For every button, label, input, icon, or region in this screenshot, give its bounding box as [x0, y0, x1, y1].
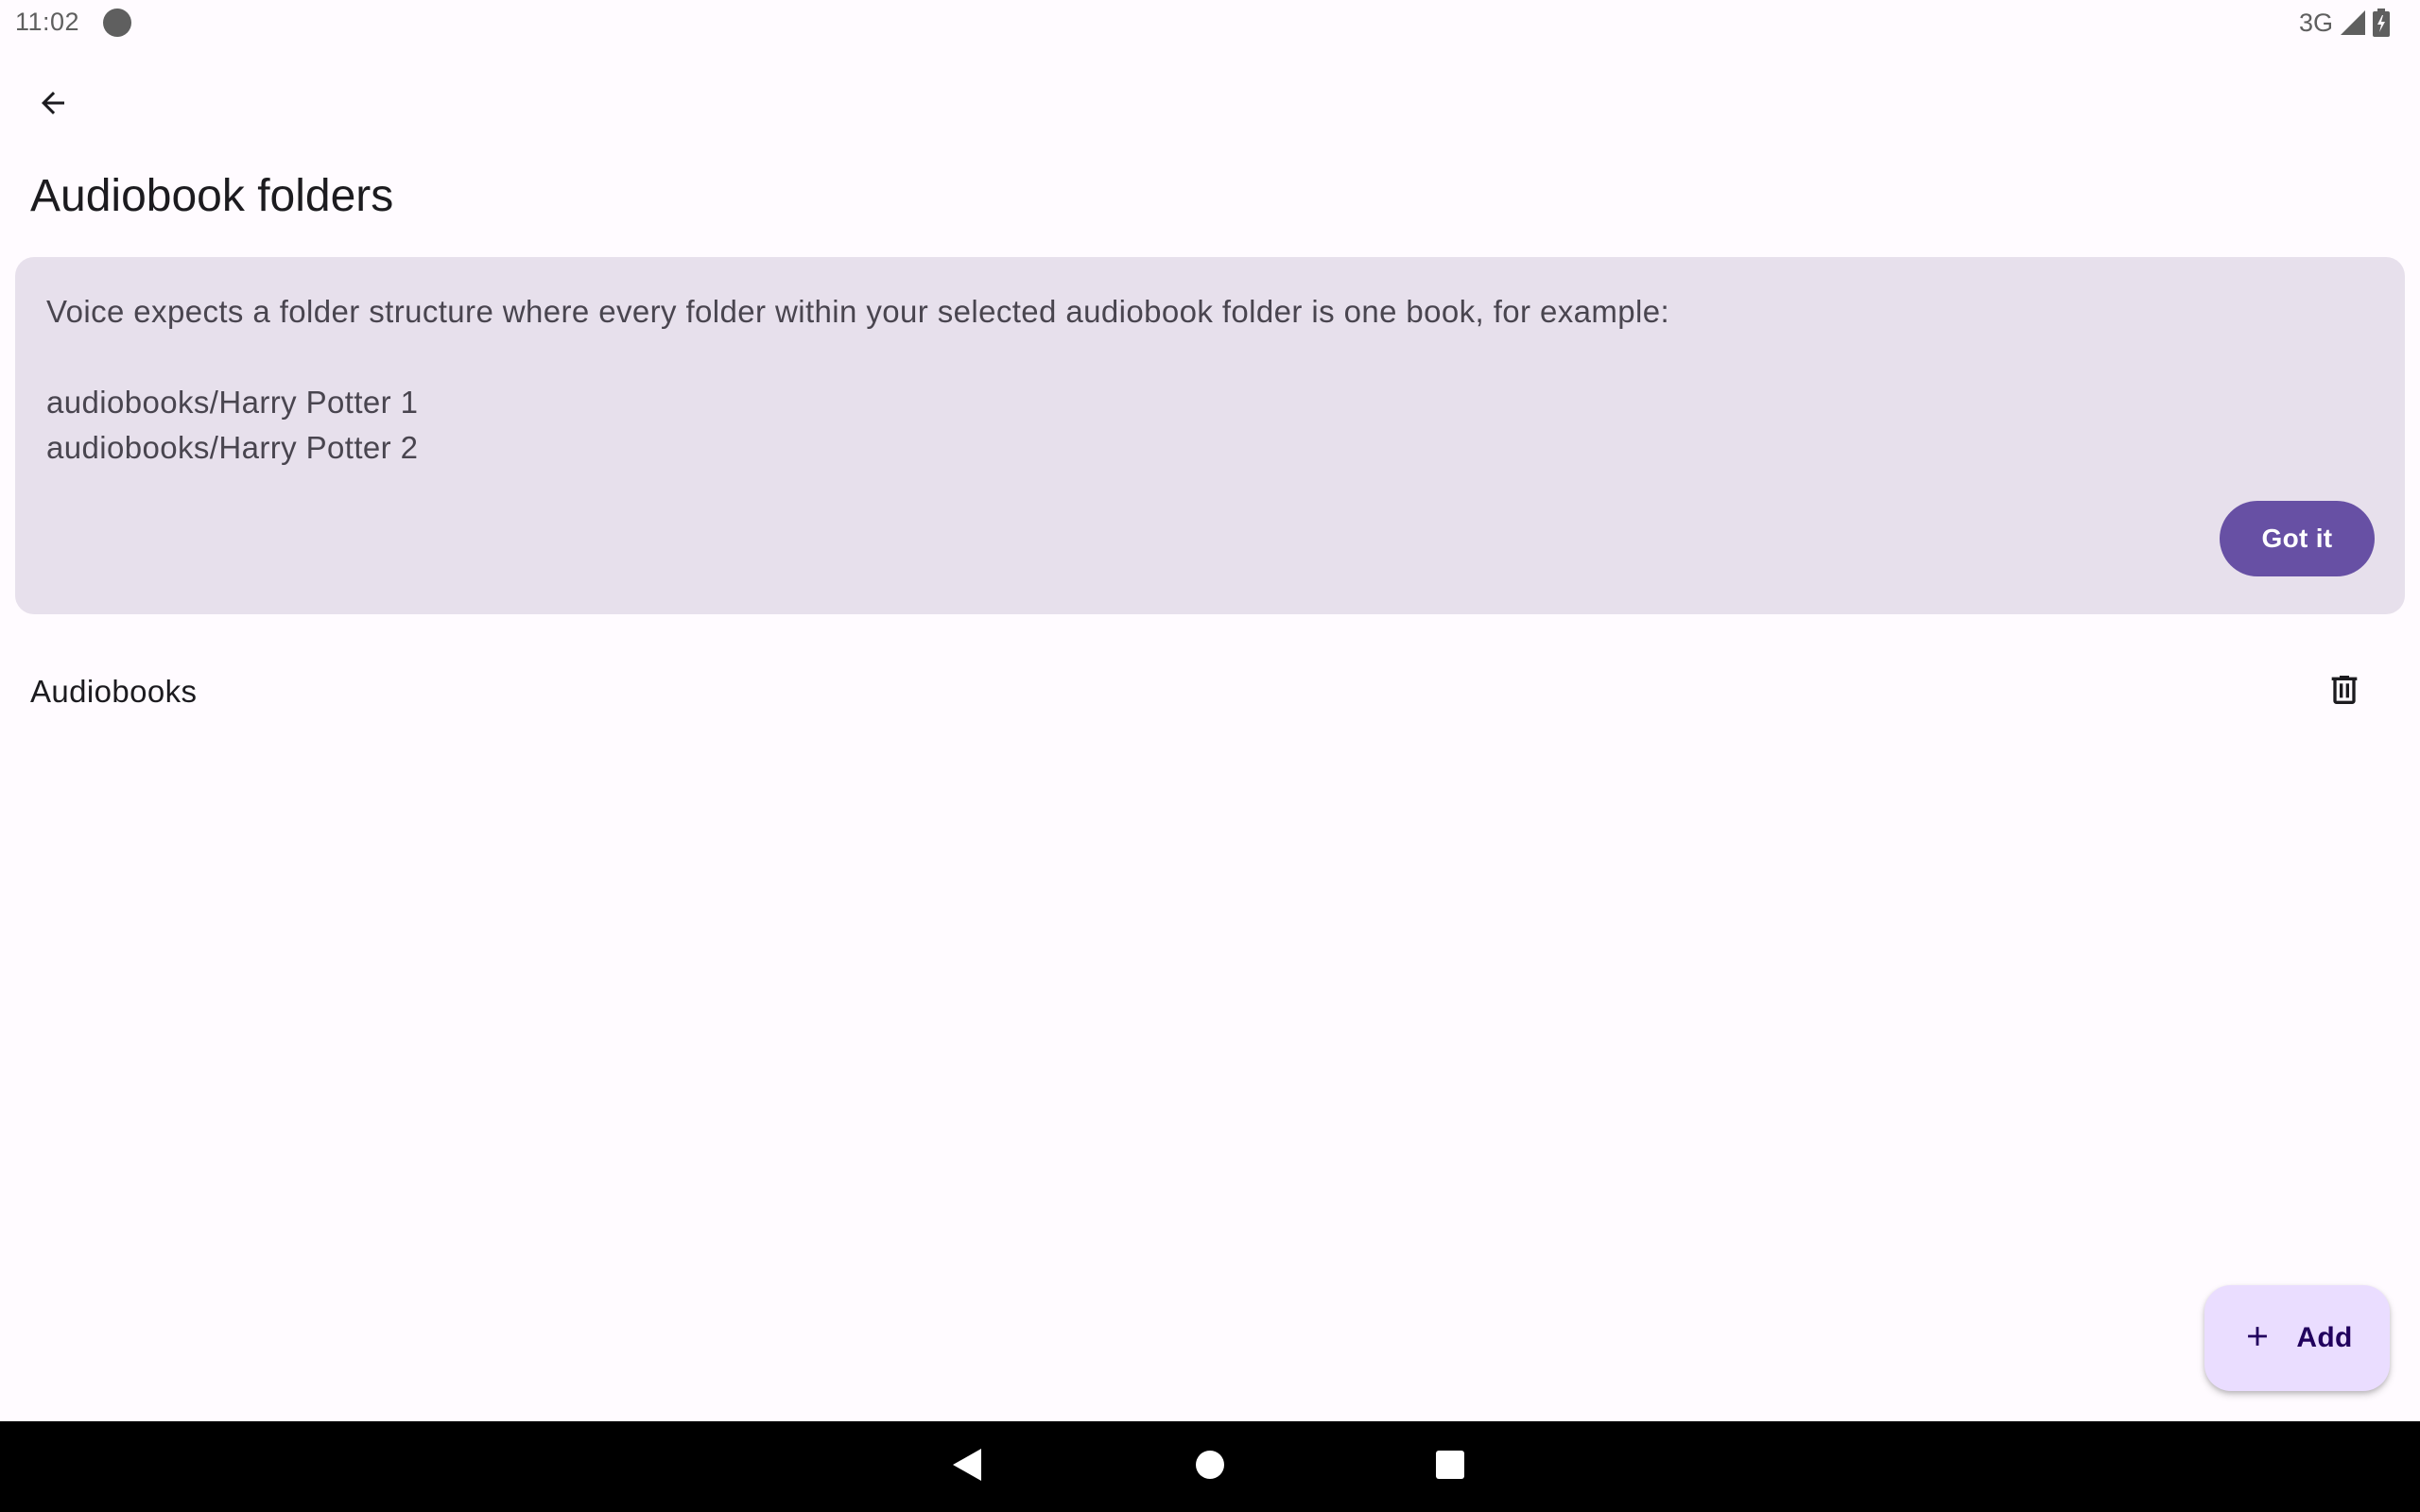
battery-icon — [2373, 9, 2390, 37]
page-title: Audiobook folders — [30, 171, 394, 221]
screen: 11:02 3G Audiobook folders Voice expects… — [0, 0, 2420, 1512]
notification-dot-icon — [103, 9, 131, 37]
nav-recents-icon — [1436, 1450, 1464, 1484]
arrow-back-icon — [36, 86, 70, 125]
nav-home-icon — [1195, 1450, 1225, 1485]
delete-folder-button[interactable] — [2312, 660, 2377, 724]
folder-list-item[interactable]: Audiobooks — [0, 650, 2420, 733]
info-text: Voice expects a folder structure where e… — [46, 289, 1669, 471]
got-it-button[interactable]: Got it — [2220, 501, 2375, 576]
nav-back-icon — [953, 1448, 983, 1486]
fab-label: Add — [2296, 1322, 2353, 1353]
delete-icon — [2325, 671, 2363, 713]
status-bar: 11:02 3G — [0, 0, 2420, 45]
status-indicators: 3G — [2299, 8, 2390, 38]
back-button[interactable] — [22, 74, 84, 136]
folder-structure-info-card: Voice expects a folder structure where e… — [15, 257, 2405, 614]
info-message: Voice expects a folder structure where e… — [46, 294, 1670, 329]
folder-name: Audiobooks — [30, 674, 198, 709]
example-path-1: audiobooks/Harry Potter 1 — [46, 385, 419, 420]
plus-icon — [2241, 1320, 2273, 1357]
system-navigation-bar — [0, 1421, 2420, 1512]
add-folder-fab[interactable]: Add — [2204, 1285, 2390, 1391]
example-path-2: audiobooks/Harry Potter 2 — [46, 430, 419, 465]
nav-home-button[interactable] — [1184, 1440, 1236, 1493]
nav-back-button[interactable] — [942, 1440, 994, 1493]
status-time: 11:02 — [15, 8, 80, 36]
network-type: 3G — [2298, 8, 2333, 37]
signal-icon — [2341, 10, 2365, 35]
nav-recents-button[interactable] — [1424, 1440, 1477, 1493]
